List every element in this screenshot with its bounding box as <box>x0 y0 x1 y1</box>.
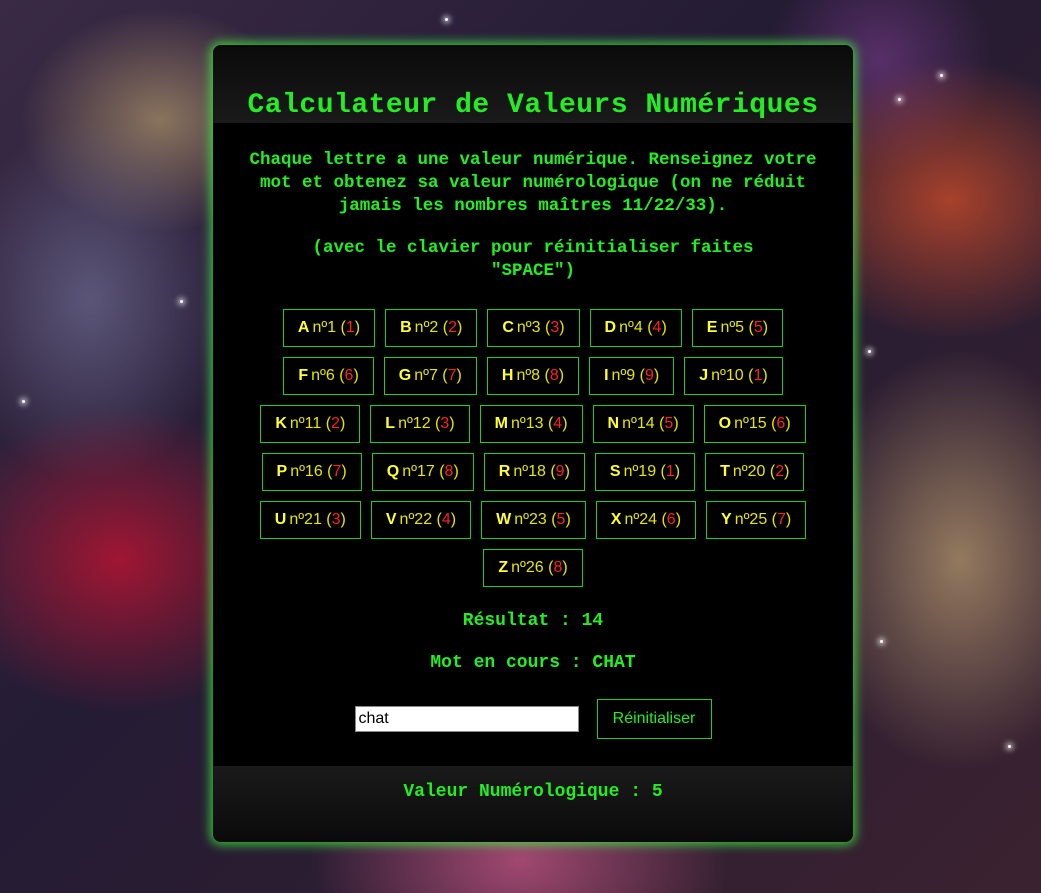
numerology-value: Valeur Numérologique : 5 <box>403 782 663 802</box>
letter-row: Anº1 (1) Bnº2 (2) Cnº3 (3) Dnº4 (4) Enº5… <box>213 309 853 347</box>
letter-button-w[interactable]: Wnº23 (5) <box>481 501 586 539</box>
letter-button-r[interactable]: Rnº18 (9) <box>483 453 585 491</box>
star-decoration <box>940 74 943 77</box>
current-word-text: Mot en cours : CHAT <box>430 653 636 673</box>
reset-button[interactable]: Réinitialiser <box>596 699 712 739</box>
letter-button-s[interactable]: Snº19 (1) <box>594 453 696 491</box>
star-decoration <box>22 400 25 403</box>
letter-grid: Anº1 (1) Bnº2 (2) Cnº3 (3) Dnº4 (4) Enº5… <box>213 309 853 587</box>
letter-button-e[interactable]: Enº5 (5) <box>691 309 784 347</box>
letter-button-b[interactable]: Bnº2 (2) <box>385 309 478 347</box>
panel-footer: Valeur Numérologique : 5 <box>213 766 853 842</box>
controls: Réinitialiser <box>213 699 853 739</box>
calculator-panel: Calculateur de Valeurs Numériques Chaque… <box>213 45 853 842</box>
star-decoration <box>868 350 871 353</box>
letter-button-o[interactable]: Onº15 (6) <box>703 405 806 443</box>
page-title: Calculateur de Valeurs Numériques <box>247 90 819 121</box>
star-decoration <box>898 98 901 101</box>
letter-button-g[interactable]: Gnº7 (7) <box>383 357 477 395</box>
letter-button-a[interactable]: Anº1 (1) <box>282 309 376 347</box>
letter-button-c[interactable]: Cnº3 (3) <box>487 309 580 347</box>
letter-button-l[interactable]: Lnº12 (3) <box>370 405 470 443</box>
panel-header: Calculateur de Valeurs Numériques <box>213 45 853 123</box>
letter-row: Fnº6 (6) Gnº7 (7) Hnº8 (8) Inº9 (9) Jnº1… <box>213 357 853 395</box>
letter-button-u[interactable]: Unº21 (3) <box>259 501 361 539</box>
letter-row: Znº26 (8) <box>213 549 853 587</box>
star-decoration <box>880 640 883 643</box>
letter-button-k[interactable]: Knº11 (2) <box>260 405 361 443</box>
keyboard-hint: (avec le clavier pour réinitialiser fait… <box>312 238 754 281</box>
letter-button-x[interactable]: Xnº24 (6) <box>595 501 697 539</box>
result-text: Résultat : 14 <box>462 611 604 631</box>
letter-button-h[interactable]: Hnº8 (8) <box>486 357 580 395</box>
star-decoration <box>1008 745 1011 748</box>
letter-button-m[interactable]: Mnº13 (4) <box>479 405 583 443</box>
letter-button-q[interactable]: Qnº17 (8) <box>371 453 474 491</box>
letter-button-f[interactable]: Fnº6 (6) <box>283 357 374 395</box>
word-input[interactable] <box>354 706 579 732</box>
letter-row: Pnº16 (7) Qnº17 (8) Rnº18 (9) Snº19 (1) … <box>213 453 853 491</box>
letter-button-z[interactable]: Znº26 (8) <box>483 549 583 587</box>
letter-button-n[interactable]: Nnº14 (5) <box>592 405 694 443</box>
star-decoration <box>180 300 183 303</box>
letter-button-p[interactable]: Pnº16 (7) <box>261 453 362 491</box>
letter-button-v[interactable]: Vnº22 (4) <box>370 501 472 539</box>
letter-row: Knº11 (2) Lnº12 (3) Mnº13 (4) Nnº14 (5) … <box>213 405 853 443</box>
letter-button-i[interactable]: Inº9 (9) <box>589 357 675 395</box>
letter-button-d[interactable]: Dnº4 (4) <box>589 309 682 347</box>
letter-button-t[interactable]: Tnº20 (2) <box>705 453 805 491</box>
letter-button-j[interactable]: Jnº10 (1) <box>684 357 783 395</box>
letter-row: Unº21 (3) Vnº22 (4) Wnº23 (5) Xnº24 (6) … <box>213 501 853 539</box>
star-decoration <box>445 18 448 21</box>
letter-button-y[interactable]: Ynº25 (7) <box>706 501 807 539</box>
intro-text: Chaque lettre a une valeur numérique. Re… <box>249 150 817 216</box>
